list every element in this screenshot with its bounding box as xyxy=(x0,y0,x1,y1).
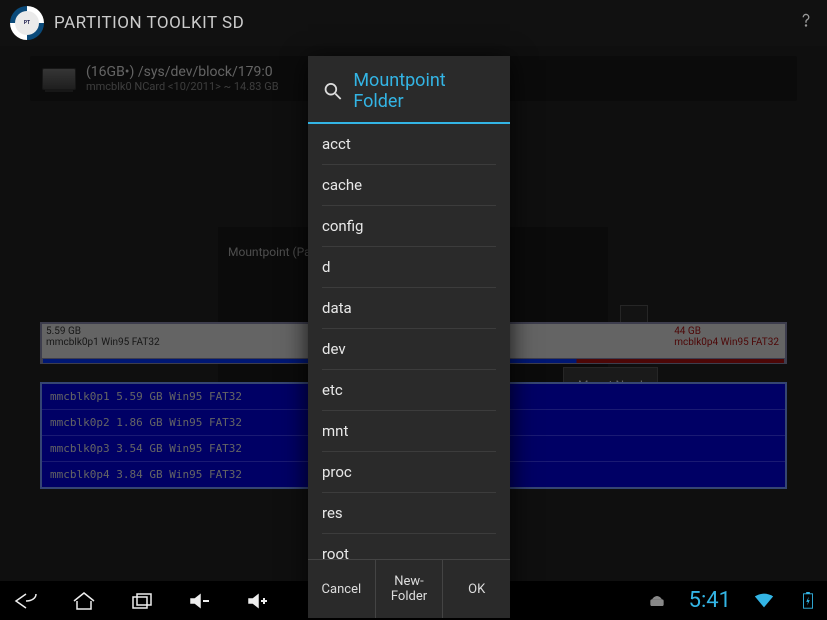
status-clock: 5:41 xyxy=(689,588,731,613)
recent-apps-icon[interactable] xyxy=(124,588,160,614)
new-folder-button[interactable]: New-Folder xyxy=(376,560,444,618)
app-logo-icon: PT xyxy=(10,6,44,40)
list-item[interactable]: acct xyxy=(322,124,496,165)
list-item[interactable]: d xyxy=(322,247,496,288)
dialog-footer: Cancel New-Folder OK xyxy=(308,559,510,618)
cancel-button[interactable]: Cancel xyxy=(308,560,376,618)
dialog-title: Mountpoint Folder xyxy=(353,70,496,112)
list-item[interactable]: cache xyxy=(322,165,496,206)
app-header: PT PARTITION TOOLKIT SD xyxy=(0,0,827,46)
list-item[interactable]: data xyxy=(322,288,496,329)
list-item[interactable]: proc xyxy=(322,452,496,493)
android-icon xyxy=(647,594,667,608)
battery-charging-icon xyxy=(797,592,819,610)
folder-picker-dialog: Mountpoint Folder acct cache config d da… xyxy=(308,56,510,618)
list-item[interactable]: mnt xyxy=(322,411,496,452)
list-item[interactable]: dev xyxy=(322,329,496,370)
dialog-header: Mountpoint Folder xyxy=(308,56,510,124)
help-icon[interactable] xyxy=(795,9,817,37)
main-area: (16GB•) /sys/dev/block/179:0 mmcblk0 NCa… xyxy=(0,46,827,581)
folder-list[interactable]: acct cache config d data dev etc mnt pro… xyxy=(308,124,510,559)
volume-up-icon[interactable] xyxy=(240,588,276,614)
volume-down-icon[interactable] xyxy=(182,588,218,614)
list-item[interactable]: etc xyxy=(322,370,496,411)
back-icon[interactable] xyxy=(8,588,44,614)
home-icon[interactable] xyxy=(66,588,102,614)
ok-button[interactable]: OK xyxy=(443,560,510,618)
search-icon xyxy=(322,80,343,102)
list-item[interactable]: res xyxy=(322,493,496,534)
list-item[interactable]: config xyxy=(322,206,496,247)
list-item[interactable]: root xyxy=(322,534,496,559)
app-title: PARTITION TOOLKIT SD xyxy=(54,13,244,33)
wifi-icon xyxy=(753,592,775,610)
